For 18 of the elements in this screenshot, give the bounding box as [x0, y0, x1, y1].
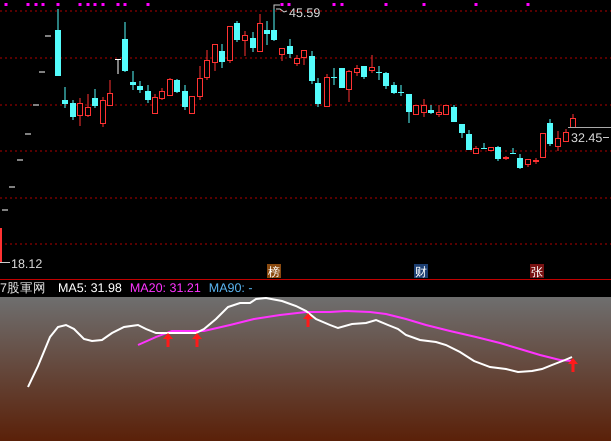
- up-arrow-icon: [303, 313, 313, 327]
- event-tag[interactable]: 张: [530, 264, 544, 279]
- up-arrow-icon: [568, 358, 578, 372]
- event-tag[interactable]: 财: [414, 264, 428, 279]
- low-price-label: 18.12: [11, 257, 42, 271]
- up-arrow-icon: [163, 333, 173, 347]
- leader-line: [0, 262, 10, 263]
- leader-line: [568, 127, 611, 128]
- leader-line: [274, 4, 288, 13]
- event-tag[interactable]: 榜: [267, 264, 281, 279]
- ma-value: MA20: 31.21: [130, 280, 201, 297]
- ma-value: MA5: 31.98: [58, 280, 122, 297]
- tick-mark: [602, 137, 610, 138]
- current-price-label: 32.45: [571, 131, 602, 145]
- ma-value: MA90: -: [208, 280, 253, 297]
- source-label: 7股軍网: [0, 280, 46, 297]
- high-price-label: 45.59: [289, 6, 320, 20]
- up-arrow-icon: [192, 333, 202, 347]
